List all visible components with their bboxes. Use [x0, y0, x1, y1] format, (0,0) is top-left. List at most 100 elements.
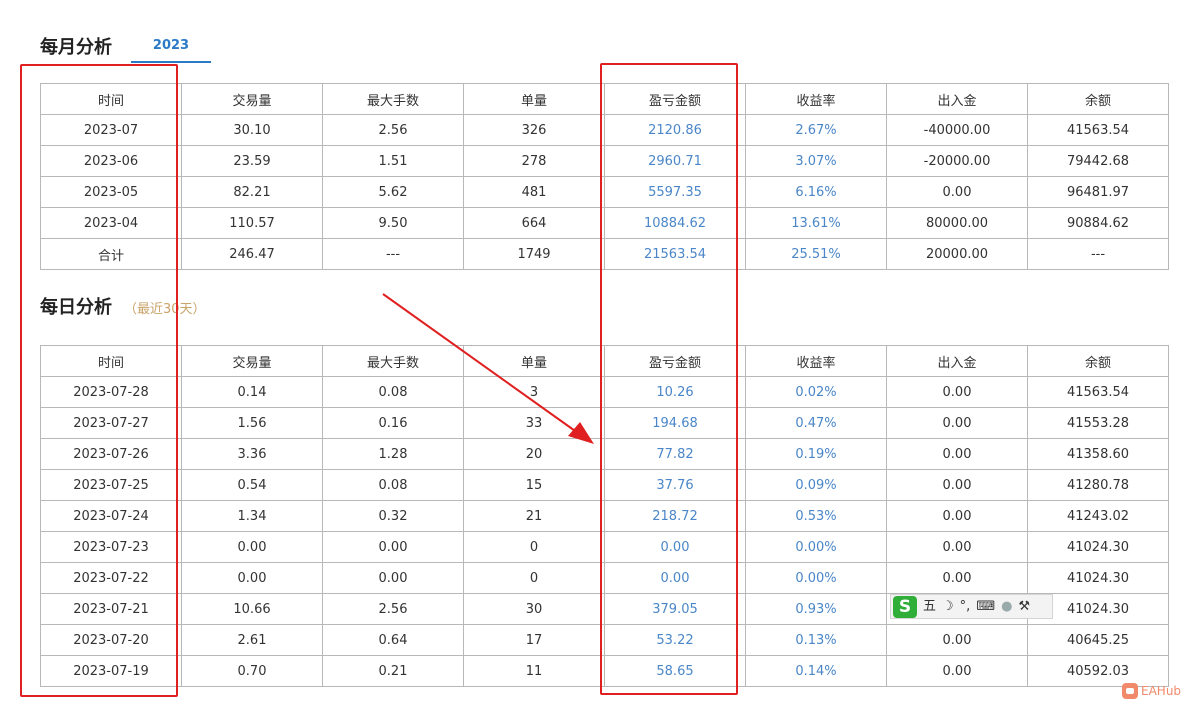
table-cell: 15	[463, 469, 605, 501]
table-cell: 96481.97	[1027, 176, 1169, 208]
table-cell: 90884.62	[1027, 207, 1169, 239]
table-cell: 合计	[40, 238, 182, 270]
table-cell: 2023-07-22	[40, 562, 182, 594]
table-cell: 2023-07-20	[40, 624, 182, 656]
column-header: 余额	[1027, 345, 1169, 377]
column-header: 收益率	[745, 83, 887, 115]
watermark-logo-icon	[1122, 683, 1138, 699]
table-row: 2023-07-27 1.56 0.16 33 194.68 0.47% 0.00 41553…	[40, 407, 1169, 439]
user-icon[interactable]: ●	[1001, 597, 1012, 617]
table-cell: 20000.00	[886, 238, 1028, 270]
keyboard-icon[interactable]: ⌨	[976, 597, 995, 617]
watermark: EAHub	[1122, 683, 1181, 699]
table-cell: 0	[463, 531, 605, 563]
table-cell: 41024.30	[1027, 562, 1169, 594]
daily-analysis-subtitle: （最近30天）	[124, 302, 206, 317]
table-cell: 41358.60	[1027, 438, 1169, 470]
table-cell: 3	[463, 376, 605, 408]
table-row: 2023-04 110.57 9.50 664 10884.62 13.61% 80000.…	[40, 207, 1169, 239]
table-cell: 10.26	[604, 376, 746, 408]
monthly-table: 时间 交易量 最大手数 单量 盈亏金额 收益率 出入金 余额 2023-07 30.10 2.56…	[40, 83, 1169, 270]
table-cell: 3.07%	[745, 145, 887, 177]
monthly-analysis-title: 每月分析	[40, 37, 112, 58]
table-row: 2023-07-23 0.00 0.00 0 0.00 0.00% 0.00 41024.30	[40, 531, 1169, 563]
table-cell: -20000.00	[886, 145, 1028, 177]
column-header: 盈亏金额	[604, 83, 746, 115]
table-cell: -40000.00	[886, 114, 1028, 146]
table-cell: 41243.02	[1027, 500, 1169, 532]
wrench-icon[interactable]: ⚒	[1018, 597, 1030, 617]
table-cell: 0.02%	[745, 376, 887, 408]
table-cell: 2.61	[181, 624, 323, 656]
moon-icon[interactable]: ☽	[942, 597, 954, 617]
table-header-row: 时间 交易量 最大手数 单量 盈亏金额 收益率 出入金 余额	[40, 83, 1169, 115]
column-header: 单量	[463, 83, 605, 115]
table-cell: 2023-07-27	[40, 407, 182, 439]
table-cell: 0.32	[322, 500, 464, 532]
ime-toolbar[interactable]: S 五 ☽ °, ⌨ ● ⚒	[890, 594, 1053, 619]
table-cell: 0.54	[181, 469, 323, 501]
column-header: 时间	[40, 83, 182, 115]
ime-logo-icon[interactable]: S	[893, 595, 917, 618]
table-cell: 41024.30	[1027, 531, 1169, 563]
table-cell: 379.05	[604, 593, 746, 625]
table-row: 合计 246.47 --- 1749 21563.54 25.51% 20000.00 ---	[40, 238, 1169, 270]
punctuation-icon[interactable]: °,	[960, 597, 971, 617]
table-cell: 82.21	[181, 176, 323, 208]
table-cell: 0.00	[886, 562, 1028, 594]
table-cell: 21563.54	[604, 238, 746, 270]
table-row: 2023-07-25 0.54 0.08 15 37.76 0.09% 0.00 41280.…	[40, 469, 1169, 501]
table-cell: 2.56	[322, 593, 464, 625]
table-cell: 2023-04	[40, 207, 182, 239]
ime-mode-label[interactable]: 五	[923, 597, 936, 617]
table-cell: 0.53%	[745, 500, 887, 532]
watermark-text: EAHub	[1141, 684, 1182, 698]
table-cell: 0.70	[181, 655, 323, 687]
table-cell: 0	[463, 562, 605, 594]
table-cell: 10.66	[181, 593, 323, 625]
table-cell: 194.68	[604, 407, 746, 439]
table-cell: 58.65	[604, 655, 746, 687]
table-cell: 664	[463, 207, 605, 239]
table-cell: 11	[463, 655, 605, 687]
tab-year-2023[interactable]: 2023	[131, 33, 211, 63]
table-cell: 0.00	[886, 469, 1028, 501]
table-cell: 5597.35	[604, 176, 746, 208]
table-cell: 30	[463, 593, 605, 625]
table-cell: 10884.62	[604, 207, 746, 239]
table-cell: 0.08	[322, 469, 464, 501]
table-cell: 0.00	[886, 176, 1028, 208]
table-cell: 41553.28	[1027, 407, 1169, 439]
table-cell: 9.50	[322, 207, 464, 239]
column-header: 最大手数	[322, 83, 464, 115]
table-cell: 80000.00	[886, 207, 1028, 239]
table-cell: 0.00	[604, 531, 746, 563]
table-cell: 2023-07-23	[40, 531, 182, 563]
table-cell: 0.00	[886, 531, 1028, 563]
table-row: 2023-07-28 0.14 0.08 3 10.26 0.02% 0.00 41563.5…	[40, 376, 1169, 408]
table-cell: 13.61%	[745, 207, 887, 239]
table-cell: 0.09%	[745, 469, 887, 501]
table-cell: 0.00	[181, 562, 323, 594]
table-cell: 0.19%	[745, 438, 887, 470]
daily-analysis-title: 每日分析	[40, 297, 112, 318]
column-header: 时间	[40, 345, 182, 377]
table-row: 2023-06 23.59 1.51 278 2960.71 3.07% -20000.00…	[40, 145, 1169, 177]
table-cell: 25.51%	[745, 238, 887, 270]
table-cell: 1.28	[322, 438, 464, 470]
table-cell: 21	[463, 500, 605, 532]
table-cell: 0.21	[322, 655, 464, 687]
column-header: 盈亏金额	[604, 345, 746, 377]
table-cell: 30.10	[181, 114, 323, 146]
table-cell: 0.00	[886, 407, 1028, 439]
table-cell: 3.36	[181, 438, 323, 470]
table-cell: 79442.68	[1027, 145, 1169, 177]
column-header: 单量	[463, 345, 605, 377]
table-cell: 2023-05	[40, 176, 182, 208]
table-cell: 41563.54	[1027, 376, 1169, 408]
table-cell: 2023-07	[40, 114, 182, 146]
table-cell: 2023-07-21	[40, 593, 182, 625]
table-cell: 0.13%	[745, 624, 887, 656]
table-cell: 0.00%	[745, 531, 887, 563]
table-cell: 218.72	[604, 500, 746, 532]
